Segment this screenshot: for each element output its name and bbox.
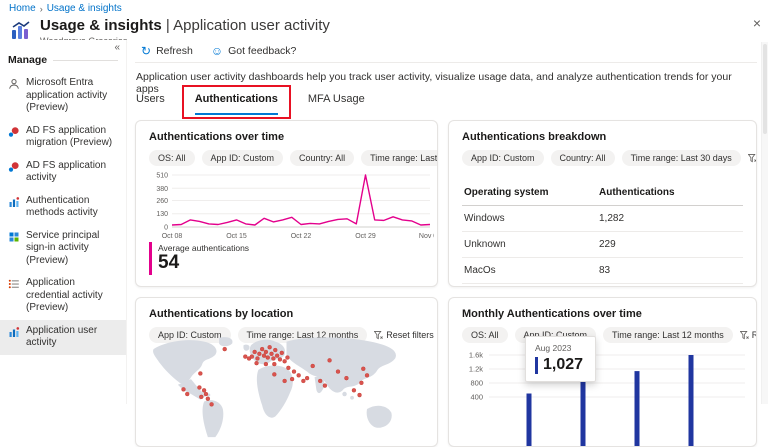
bar-chart-icon <box>8 196 20 208</box>
tab-mfa-usage[interactable]: MFA Usage <box>308 90 365 113</box>
svg-text:1.2k: 1.2k <box>469 365 483 374</box>
close-icon[interactable]: × <box>753 16 761 30</box>
svg-text:130: 130 <box>156 211 168 218</box>
sidebar: « Manage Microsoft Entra application act… <box>0 40 127 404</box>
feedback-icon: ☺ <box>211 45 223 57</box>
breadcrumb-home-link[interactable]: Home <box>9 3 36 14</box>
section-divider <box>53 60 118 61</box>
svg-text:Oct 15: Oct 15 <box>226 233 247 240</box>
adfs-activity-icon <box>8 161 20 173</box>
card-title: Authentications over time <box>149 131 424 143</box>
table-row: Windows 1,282 <box>462 206 743 232</box>
breadcrumb-separator-icon: › <box>40 4 43 14</box>
filter-pill-os[interactable]: OS: All <box>149 150 195 166</box>
sidebar-item-label: AD FS application migration (Preview) <box>26 125 120 150</box>
breakdown-table: Operating system Authentications Windows… <box>462 180 743 284</box>
svg-text:Oct 29: Oct 29 <box>355 233 376 240</box>
column-header-authentications: Authentications <box>599 187 741 198</box>
card-monthly-authentications: Monthly Authentications over time OS: Al… <box>448 297 757 447</box>
sidebar-item-label: Application credential activity (Preview… <box>26 277 120 315</box>
world-map[interactable] <box>146 336 427 444</box>
filter-pill-timerange[interactable]: Time range: Last 30 days <box>622 150 741 166</box>
page-title: Usage & insights | Application user acti… <box>40 17 330 34</box>
card-authentications-over-time: Authentications over time OS: All App ID… <box>135 120 438 287</box>
scrollbar-thumb[interactable] <box>763 44 767 134</box>
sidebar-item-label: Authentication methods activity <box>26 195 120 220</box>
reset-filters-button[interactable]: Reset filters <box>748 153 757 163</box>
svg-text:800: 800 <box>470 379 483 388</box>
refresh-icon: ↻ <box>141 45 151 57</box>
average-authentications-kpi: Average authentications 54 <box>149 242 249 275</box>
filter-pill-row: App ID: Custom Country: All Time range: … <box>462 150 743 166</box>
filter-pill-timerange[interactable]: Time range: Last 12 months <box>603 327 733 343</box>
tab-authentications[interactable]: Authentications <box>195 90 278 115</box>
svg-text:400: 400 <box>470 393 483 402</box>
sidebar-item-entra-application-activity[interactable]: Microsoft Entra application activity (Pr… <box>0 72 126 120</box>
sidebar-item-label: Application user activity <box>26 325 120 350</box>
svg-text:Nov 05: Nov 05 <box>419 233 434 240</box>
person-icon <box>8 78 20 90</box>
card-title: Authentications breakdown <box>462 131 743 143</box>
filter-pill-row: OS: All App ID: Custom Time range: Last … <box>462 327 743 343</box>
sidebar-item-adfs-application-migration[interactable]: AD FS application migration (Preview) <box>0 120 126 155</box>
svg-text:380: 380 <box>156 186 168 193</box>
filter-pill-country[interactable]: Country: All <box>290 150 354 166</box>
filter-pill-row: OS: All App ID: Custom Country: All Time… <box>149 150 424 166</box>
list-icon <box>8 278 20 290</box>
usage-insights-icon <box>10 19 32 41</box>
collapse-sidebar-icon[interactable]: « <box>114 42 120 53</box>
svg-text:260: 260 <box>156 198 168 205</box>
tab-bar: Users Authentications MFA Usage <box>136 90 365 115</box>
map-continents <box>153 337 396 437</box>
card-authentications-breakdown: Authentications breakdown App ID: Custom… <box>448 120 757 287</box>
table-row: MacOs 83 <box>462 258 743 284</box>
card-authentications-by-location: Authentications by location App ID: Cust… <box>135 297 438 447</box>
vertical-scrollbar[interactable] <box>761 42 768 404</box>
sidebar-section-manage: Manage <box>0 40 126 72</box>
sidebar-item-label: AD FS application activity <box>26 160 120 185</box>
clear-filter-icon <box>748 154 757 163</box>
filter-pill-appid[interactable]: App ID: Custom <box>202 150 284 166</box>
svg-text:Oct 22: Oct 22 <box>291 233 312 240</box>
svg-text:1.6k: 1.6k <box>469 351 483 360</box>
adfs-migration-icon <box>8 126 20 138</box>
sidebar-item-adfs-application-activity[interactable]: AD FS application activity <box>0 155 126 190</box>
bar-chart-icon <box>8 326 20 338</box>
breadcrumb-current-link[interactable]: Usage & insights <box>47 3 122 14</box>
command-bar: ↻ Refresh ☺ Got feedback? <box>141 45 296 57</box>
filter-pill-timerange[interactable]: Time range: Last 30 days <box>361 150 438 166</box>
filter-pill-os[interactable]: OS: All <box>462 327 508 343</box>
monthly-bar-chart[interactable]: 1.6k 1.2k 800 400 <box>449 345 749 447</box>
card-title: Monthly Authentications over time <box>462 308 743 320</box>
breadcrumb: Home › Usage & insights <box>9 3 122 14</box>
sidebar-item-label: Service principal sign-in activity (Prev… <box>26 230 120 268</box>
sidebar-item-label: Microsoft Entra application activity (Pr… <box>26 77 120 115</box>
card-title: Authentications by location <box>149 308 424 320</box>
sidebar-item-authentication-methods-activity[interactable]: Authentication methods activity <box>0 190 126 225</box>
sidebar-item-application-credential-activity[interactable]: Application credential activity (Preview… <box>0 272 126 320</box>
service-principal-icon <box>8 231 20 243</box>
tab-users[interactable]: Users <box>136 90 165 113</box>
sidebar-item-service-principal-signin-activity[interactable]: Service principal sign-in activity (Prev… <box>0 225 126 273</box>
authentications-line-chart[interactable]: 0 130 260 380 510 Oct 08 Oct 15 Oct 22 Oct 29 Nov… <box>144 171 434 246</box>
table-header-row: Operating system Authentications <box>462 180 743 206</box>
table-row: Unknown 229 <box>462 232 743 258</box>
sidebar-item-application-user-activity[interactable]: Application user activity <box>0 320 126 355</box>
got-feedback-button[interactable]: ☺ Got feedback? <box>211 45 297 57</box>
clear-filter-icon <box>740 331 749 340</box>
chart-tooltip: Aug 2023 1,027 <box>525 336 596 382</box>
column-header-os: Operating system <box>464 187 599 198</box>
tooltip-accent-bar <box>535 357 538 374</box>
filter-pill-appid[interactable]: App ID: Custom <box>462 150 544 166</box>
svg-text:Oct 08: Oct 08 <box>162 233 183 240</box>
svg-text:510: 510 <box>156 173 168 180</box>
refresh-button[interactable]: ↻ Refresh <box>141 45 193 57</box>
toolbar-divider <box>135 62 757 63</box>
svg-text:0: 0 <box>164 225 168 232</box>
reset-filters-button[interactable]: Reset filters <box>740 330 757 340</box>
filter-pill-country[interactable]: Country: All <box>551 150 615 166</box>
